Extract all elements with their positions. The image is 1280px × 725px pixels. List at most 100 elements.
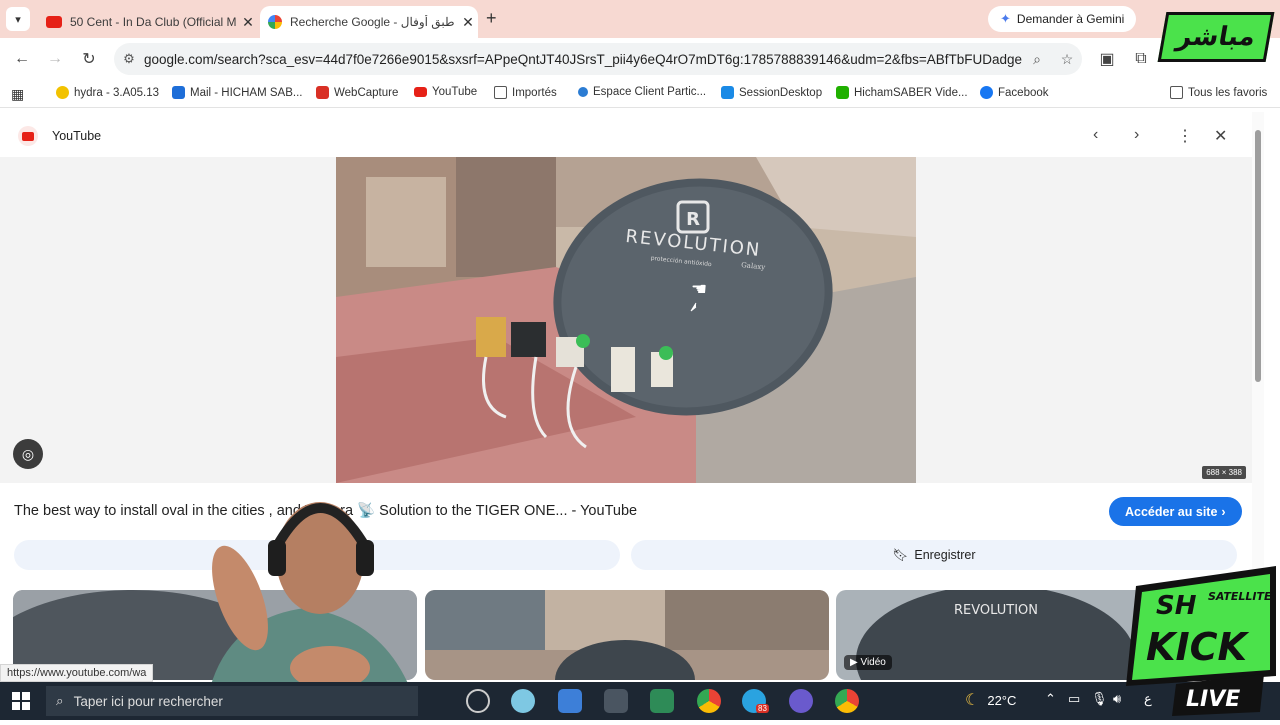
kick-satellite: SATELLITE [1208, 590, 1272, 603]
tab-title: Recherche Google - طبق أوفال [290, 15, 455, 29]
satellite-dish-photo: R REVOLUTION protección antióxido Galaxy… [336, 157, 916, 483]
gemini-label: Demander à Gemini [1016, 12, 1125, 26]
excel-icon[interactable] [650, 689, 674, 713]
back-icon[interactable]: ← [10, 47, 34, 71]
windows-start-icon[interactable] [12, 692, 30, 710]
scrollbar-thumb[interactable] [1255, 130, 1261, 382]
zoom-search-icon[interactable]: ⌕ [1022, 51, 1052, 68]
satellite-app-icon[interactable] [789, 689, 813, 713]
all-favorites-folder[interactable]: Tous les favoris [1170, 86, 1267, 99]
remote-desktop-icon[interactable] [558, 689, 582, 713]
paint-app-icon[interactable] [511, 689, 535, 713]
source-header[interactable]: YouTube [18, 126, 101, 146]
hand-cursor-icon: ☚ [691, 279, 707, 300]
bookmark-sessiondesktop[interactable]: SessionDesktop [721, 86, 822, 99]
google-lens-icon[interactable]: ◎ [13, 439, 43, 469]
bookmark-hydra[interactable]: hydra - 3.A05.13 [56, 86, 159, 99]
chevron-down-icon: ▾ [15, 13, 21, 26]
tab-title: 50 Cent - In Da Club (Official M [70, 15, 237, 29]
puzzle-icon[interactable]: ⧉ [1129, 47, 1153, 71]
bookmarks-bar: ▦ hydra - 3.A05.13 Mail - HICHAM SAB... … [0, 80, 1280, 108]
close-icon[interactable]: ✕ [1214, 126, 1227, 146]
bookmark-folder-importes[interactable]: Importés [494, 86, 557, 99]
toolbar: ← → ↻ ⚙ google.com/search?sca_esv=44d7f0… [0, 38, 1280, 80]
kick-sh: SH [1156, 591, 1197, 621]
kick-icon [836, 86, 849, 99]
visit-site-button[interactable]: Accéder au site › [1109, 497, 1242, 526]
previous-icon[interactable]: ‹ [1093, 126, 1098, 144]
weather-widget[interactable]: ☾ 22°C [965, 690, 1016, 710]
taskbar-search[interactable]: ⌕ Taper ici pour rechercher [46, 686, 418, 716]
google-icon [268, 15, 282, 29]
clock-app-icon[interactable] [466, 689, 490, 713]
bank-icon [578, 87, 588, 97]
bookmark-facebook[interactable]: Facebook [980, 86, 1049, 99]
bookmark-espace-client[interactable]: Espace Client Partic... [578, 86, 706, 98]
notification-badge: 83 [756, 704, 769, 713]
kick-badge-graphic: SH SATELLITE KICK LIVE [1126, 566, 1276, 716]
chrome-icon[interactable] [697, 689, 721, 713]
next-icon[interactable]: › [1134, 126, 1139, 144]
bookmark-icon: 🔖︎ [892, 547, 909, 562]
video-badge: ▶ Vidéo [844, 655, 892, 670]
facebook-icon [980, 86, 993, 99]
tab-youtube[interactable]: 50 Cent - In Da Club (Official M ✕ [38, 6, 258, 38]
streamer-webcam [170, 478, 440, 690]
image-dimensions: 688 × 388 [1202, 466, 1246, 479]
address-bar[interactable]: ⚙ google.com/search?sca_esv=44d7f0e7266e… [114, 43, 1082, 75]
youtube-icon [46, 16, 62, 28]
folder-icon [1170, 86, 1183, 99]
bookmark-star-icon[interactable]: ☆ [1052, 51, 1082, 68]
chevron-right-icon: › [1221, 504, 1226, 519]
site-info-icon[interactable]: ⚙ [114, 51, 144, 67]
tab-search-button[interactable]: ▾ [6, 7, 30, 31]
moon-icon: ☾ [965, 692, 980, 709]
status-link-preview: https://www.youtube.com/wa [0, 664, 154, 682]
reload-icon[interactable]: ↻ [77, 47, 101, 71]
preview-image[interactable]: R REVOLUTION protección antióxido Galaxy… [336, 157, 916, 483]
tab-google-search[interactable]: Recherche Google - طبق أوفال ✕ [260, 6, 478, 38]
kick-word: KICK [1146, 625, 1249, 669]
bookmark-mail[interactable]: Mail - HICHAM SAB... [172, 86, 302, 99]
calculator-icon[interactable] [604, 689, 628, 713]
bookmark-icon [56, 86, 69, 99]
related-image-2[interactable] [425, 590, 829, 680]
search-placeholder: Taper ici pour rechercher [73, 693, 223, 709]
tab-strip: ▾ 50 Cent - In Da Club (Official M ✕ Rec… [0, 0, 1280, 38]
apps-grid-icon[interactable]: ▦ [11, 86, 24, 103]
kick-live-badge: SH SATELLITE KICK LIVE [1116, 556, 1280, 720]
more-options-icon[interactable]: ⋮ [1177, 126, 1193, 146]
taskbar: ⌕ Taper ici pour rechercher 83 ☾ 22°C ⌃ … [0, 682, 1280, 720]
save-label: Enregistrer [914, 548, 976, 562]
url-text[interactable]: google.com/search?sca_esv=44d7f0e7266e90… [144, 52, 1022, 67]
microphone-icon[interactable]: 🎙︎ [1091, 691, 1108, 707]
outlook-icon [172, 86, 185, 99]
search-icon: ⌕ [56, 693, 64, 708]
extension-icon[interactable]: ▣ [1095, 47, 1119, 71]
webcapture-icon [316, 86, 329, 99]
chrome-icon[interactable] [835, 689, 859, 713]
close-icon[interactable]: ✕ [238, 14, 258, 31]
session-icon [721, 86, 734, 99]
folder-icon [494, 86, 507, 99]
youtube-icon [414, 87, 427, 97]
visit-label: Accéder au site [1125, 504, 1218, 519]
gemini-icon: ✦ [1000, 11, 1011, 26]
streamer-photo [210, 502, 410, 690]
network-icon[interactable]: ▭ [1068, 691, 1080, 707]
source-name: YouTube [52, 129, 102, 143]
gemini-button[interactable]: ✦ Demander à Gemini [988, 6, 1137, 32]
related-thumbnail [425, 590, 829, 680]
forward-icon[interactable]: → [43, 47, 67, 71]
bookmark-webcapture[interactable]: WebCapture [316, 86, 398, 99]
new-tab-icon[interactable]: + [486, 8, 497, 29]
live-logo: مباشر [1157, 12, 1275, 62]
bookmark-youtube[interactable]: YouTube [414, 86, 477, 98]
kick-live: LIVE [1186, 687, 1240, 712]
svg-text:REVOLUTION: REVOLUTION [954, 603, 1038, 618]
close-icon[interactable]: ✕ [458, 14, 478, 31]
youtube-icon [18, 126, 38, 146]
bookmark-hichamsaber[interactable]: HichamSABER Vide... [836, 86, 968, 99]
svg-text:R: R [686, 209, 700, 230]
chevron-up-icon[interactable]: ⌃ [1045, 691, 1056, 707]
